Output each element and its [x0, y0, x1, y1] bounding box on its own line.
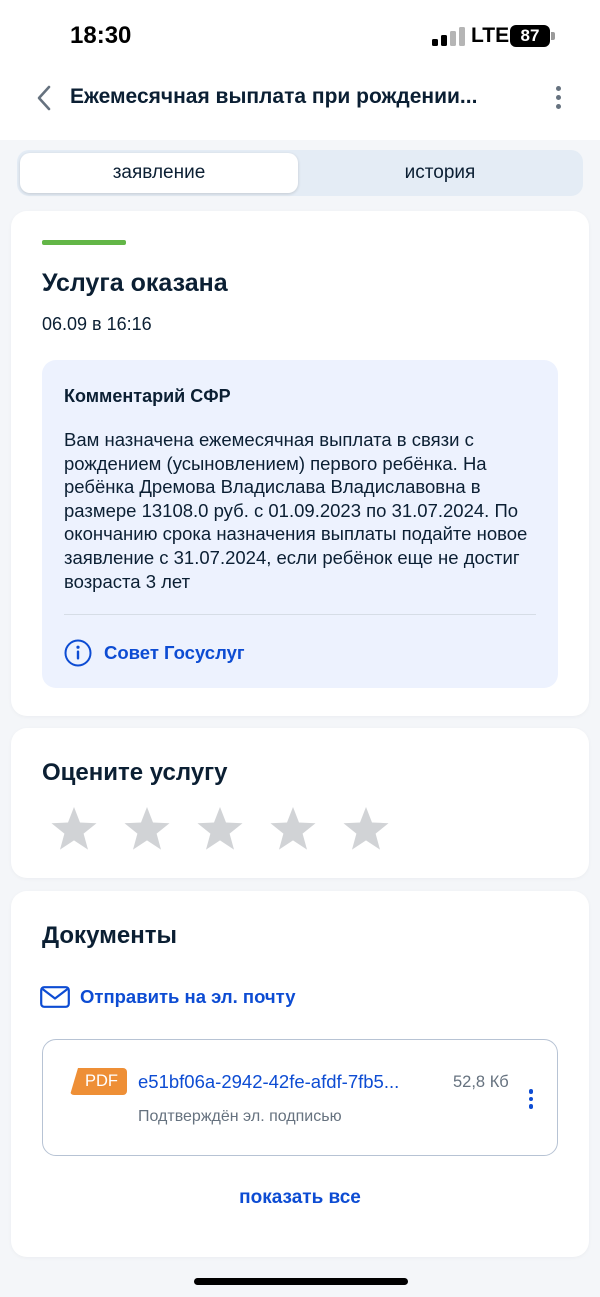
status-bar: 18:30 LTE 87 [0, 0, 600, 70]
tab-bar: заявление история [17, 150, 583, 196]
battery-tip [551, 32, 555, 40]
status-accent-line [42, 240, 126, 245]
send-email-link[interactable]: Отправить на эл. почту [40, 984, 296, 1010]
star-icon[interactable] [122, 804, 172, 854]
divider [64, 614, 536, 615]
mail-icon [40, 986, 70, 1008]
send-email-label: Отправить на эл. почту [80, 986, 296, 1007]
document-file: PDF e51bf06a-2942-42fe-afdf-7fb5... 52,8… [42, 1039, 558, 1156]
pdf-badge: PDF [70, 1068, 127, 1095]
show-all-button[interactable]: показать все [11, 1187, 589, 1209]
network-type: LTE [471, 24, 510, 47]
rating-card: Оцените услугу [11, 728, 589, 878]
status-title: Услуга оказана [42, 269, 228, 297]
documents-card: Документы Отправить на эл. почту PDF e51… [11, 891, 589, 1257]
star-icon[interactable] [341, 804, 391, 854]
status-card: Услуга оказана 06.09 в 16:16 Комментарий… [11, 211, 589, 716]
file-signature-status: Подтверждён эл. подписью [138, 1108, 342, 1125]
home-indicator [194, 1278, 408, 1285]
rating-title: Оцените услугу [42, 759, 228, 786]
tab-history[interactable]: история [300, 153, 580, 193]
comment-title: Комментарий СФР [64, 386, 231, 406]
gosuslugi-tip-link[interactable]: Совет Госуслуг [64, 638, 245, 668]
chevron-left-icon [37, 85, 51, 111]
tip-label: Совет Госуслуг [104, 642, 245, 663]
star-icon[interactable] [195, 804, 245, 854]
info-icon [64, 639, 92, 667]
more-vertical-icon[interactable] [521, 1084, 541, 1114]
app-header: Ежемесячная выплата при рождении... [0, 70, 600, 140]
file-name-link[interactable]: e51bf06a-2942-42fe-afdf-7fb5... [138, 1071, 438, 1093]
more-vertical-icon[interactable] [546, 82, 570, 112]
battery-icon: 87 [510, 25, 550, 47]
status-date: 06.09 в 16:16 [42, 314, 152, 334]
star-icon[interactable] [49, 804, 99, 854]
page-title: Ежемесячная выплата при рождении... [70, 85, 478, 108]
tab-application[interactable]: заявление [20, 153, 298, 193]
back-button[interactable] [28, 82, 60, 114]
status-time: 18:30 [70, 22, 132, 49]
comment-box: Комментарий СФР Вам назначена ежемесячна… [42, 360, 558, 688]
documents-title: Документы [42, 922, 177, 949]
comment-text: Вам назначена ежемесячная выплата в связ… [64, 429, 528, 592]
signal-icon [432, 26, 466, 46]
file-size: 52,8 Кб [453, 1073, 509, 1091]
star-icon[interactable] [268, 804, 318, 854]
